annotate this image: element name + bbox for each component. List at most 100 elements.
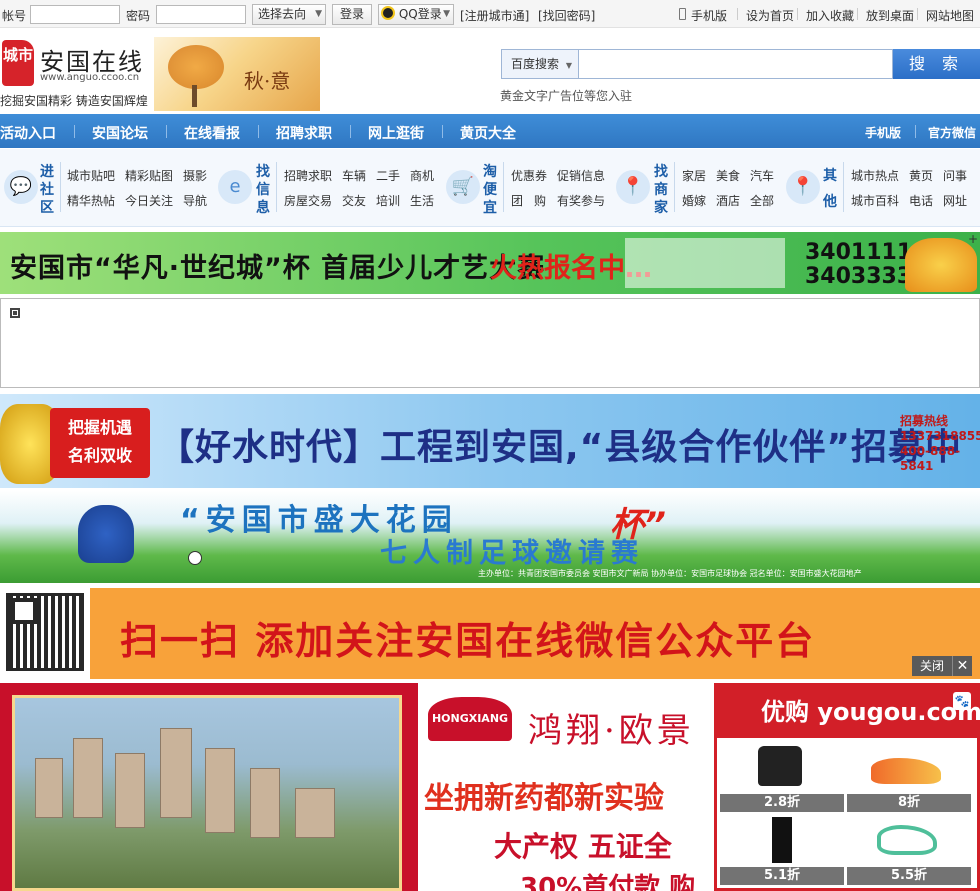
wechat-follow-banner[interactable]: 扫一扫 添加关注安国在线微信公众平台: [0, 585, 980, 679]
login-button-label: 登录: [339, 7, 364, 21]
yougou-float-ad[interactable]: 优购 yougou.com 🐾 2.8折 8折 5.1折 5.5折: [714, 683, 980, 891]
site-url: www.anguo.ccoo.cn: [40, 72, 140, 83]
category-link[interactable]: 培训: [376, 192, 400, 209]
category-link[interactable]: 美食: [716, 167, 740, 184]
speech-bubble-icon: 💬: [4, 170, 38, 204]
nav-item-yellowpages[interactable]: 黄页大全: [460, 123, 516, 143]
category-link[interactable]: 导航: [183, 192, 207, 209]
category-link[interactable]: 全部: [750, 192, 774, 209]
talent-contest-banner[interactable]: 安国市“华凡·世纪城”杯 首届少儿才艺大赛 火热报名中… 3401111 340…: [0, 232, 980, 294]
category-link[interactable]: 婚嫁: [682, 192, 706, 209]
category-link[interactable]: 精华热帖: [67, 192, 115, 209]
category-link[interactable]: 车辆: [342, 167, 366, 184]
category-link[interactable]: 房屋交易: [284, 192, 332, 209]
football-cup-banner[interactable]: “安国市盛大花园 杯” 七人制足球邀请赛 主办单位：共青团安国市委员会 安国市文…: [0, 491, 980, 583]
site-slogan: 挖掘安国精彩 铸造安国辉煌: [0, 94, 148, 108]
toplink-bookmark[interactable]: 加入收藏: [806, 7, 854, 24]
category-link[interactable]: 精彩贴图: [125, 167, 173, 184]
banner-title: 【好水时代】工程到安国,“县级合作伙伴”招募中: [158, 427, 962, 468]
nav-item-jobs[interactable]: 招聘求职: [276, 123, 332, 143]
search-engine-select[interactable]: 百度搜索 ▼: [501, 49, 579, 79]
divider: [857, 8, 858, 20]
category-link[interactable]: 购: [534, 192, 546, 209]
nav-item-mobile[interactable]: 手机版: [865, 124, 901, 141]
divider: [166, 125, 167, 138]
category-link[interactable]: 网址: [943, 192, 967, 209]
category-link[interactable]: 今日关注: [125, 192, 173, 209]
category-link[interactable]: 汽车: [750, 167, 774, 184]
password-label: 密码: [126, 9, 151, 23]
divider: [917, 8, 918, 20]
category-link[interactable]: 二手: [376, 167, 400, 184]
category-link[interactable]: 招聘求职: [284, 167, 332, 184]
goto-select[interactable]: 选择去向 ▼: [252, 4, 326, 25]
banner-title: 安国市“华凡·世纪城”杯 首届少儿才艺大赛: [10, 253, 546, 284]
search-engine-label: 百度搜索: [511, 57, 560, 71]
toplink-mobile[interactable]: 手机版: [691, 7, 727, 24]
category-title-community[interactable]: 进社区: [38, 163, 56, 217]
paw-icon[interactable]: 🐾: [953, 692, 971, 710]
tree-icon: [168, 45, 224, 89]
category-link[interactable]: 问事: [943, 167, 967, 184]
account-label: 帐号: [2, 9, 27, 23]
product-card[interactable]: 8折: [847, 742, 971, 812]
account-input[interactable]: [30, 5, 120, 24]
category-link[interactable]: 生活: [410, 192, 434, 209]
divider: [843, 162, 844, 212]
find-password-link[interactable]: [找回密码]: [538, 7, 595, 24]
toplink-sitemap[interactable]: 网站地图: [926, 7, 974, 24]
category-link[interactable]: 城市百科: [851, 192, 899, 209]
category-link[interactable]: 促销信息: [557, 167, 605, 184]
logo-mark: 城市: [2, 46, 33, 64]
category-link[interactable]: 有奖参与: [557, 192, 605, 209]
divider: [915, 125, 916, 138]
banner-subtitle: 七人制足球邀请赛: [380, 538, 644, 569]
football-player-image: [78, 505, 134, 563]
category-title-info[interactable]: 找信息: [254, 163, 272, 217]
category-link[interactable]: 家居: [682, 167, 706, 184]
product-card[interactable]: 5.1折: [720, 815, 844, 885]
toplink-desktop[interactable]: 放到桌面: [866, 7, 914, 24]
handbag-icon: [758, 746, 802, 786]
category-link[interactable]: 城市贴吧: [67, 167, 115, 184]
register-link[interactable]: [注册城市通]: [460, 7, 529, 24]
chevron-down-icon: ▼: [443, 9, 450, 19]
banner-feature: 大产权 五证全: [494, 830, 672, 863]
water-era-banner[interactable]: 把握机遇 名利双收 【好水时代】工程到安国,“县级合作伙伴”招募中 招募热线 1…: [0, 394, 980, 488]
nav-item-forum[interactable]: 安国论坛: [92, 123, 148, 143]
login-button[interactable]: 登录: [332, 4, 372, 25]
search-input[interactable]: [579, 49, 893, 79]
category-link[interactable]: 摄影: [183, 167, 207, 184]
product-card[interactable]: 2.8折: [720, 742, 844, 812]
nav-item-newspaper[interactable]: 在线看报: [184, 123, 240, 143]
nav-item-wechat[interactable]: 官方微信: [928, 124, 976, 141]
building-rendering-image: [12, 695, 402, 891]
close-icon[interactable]: ✕: [952, 656, 972, 676]
category-link[interactable]: 交友: [342, 192, 366, 209]
qq-login-button[interactable]: QQ登录 ▼: [378, 4, 454, 25]
category-link[interactable]: 团: [511, 192, 523, 209]
category-link[interactable]: 城市热点: [851, 167, 899, 184]
category-link[interactable]: 酒店: [716, 192, 740, 209]
divider: [60, 162, 61, 212]
qr-code-icon: [6, 593, 84, 671]
text-ad-link[interactable]: 黄金文字广告位等您入驻: [500, 87, 632, 104]
sandal-icon: [877, 825, 937, 855]
nav-item-shopping[interactable]: 网上逛街: [368, 123, 424, 143]
category-link[interactable]: 优惠券: [511, 167, 547, 184]
category-title-deals[interactable]: 淘便宜: [481, 163, 499, 217]
plus-icon[interactable]: +: [968, 232, 978, 246]
toplink-set-homepage[interactable]: 设为首页: [746, 7, 794, 24]
nav-item-events[interactable]: 活动入口: [0, 123, 56, 143]
divider: [74, 125, 75, 138]
category-link[interactable]: 商机: [410, 167, 434, 184]
category-title-other[interactable]: 其他: [821, 163, 839, 215]
top-bar: 帐号 密码 选择去向 ▼ 登录 QQ登录 ▼ [注册城市通] [找回密码] 手机…: [0, 0, 980, 28]
password-input[interactable]: [156, 5, 246, 24]
category-link[interactable]: 黄页: [909, 167, 933, 184]
category-link[interactable]: 电话: [909, 192, 933, 209]
category-title-merchants[interactable]: 找商家: [652, 163, 670, 217]
search-button[interactable]: 搜 索: [893, 49, 980, 79]
product-card[interactable]: 5.5折: [847, 815, 971, 885]
site-logo[interactable]: 城市: [2, 40, 34, 86]
